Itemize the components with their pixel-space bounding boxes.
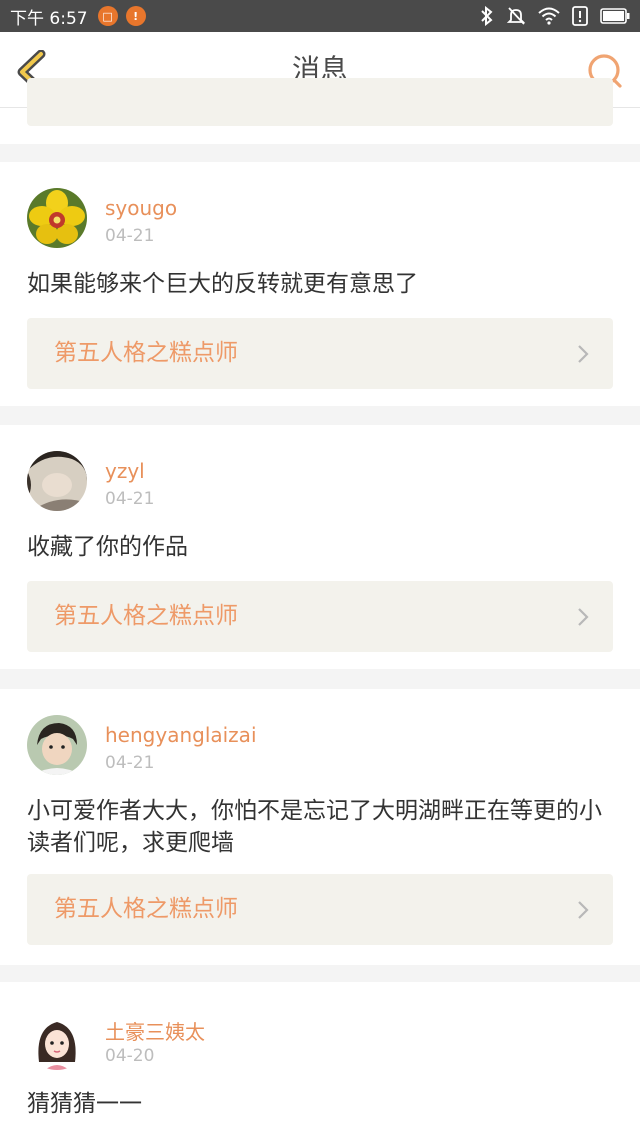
alert-notification-icon: ! <box>125 6 146 26</box>
bluetooth-icon <box>480 6 494 26</box>
sim-alert-icon <box>572 6 588 26</box>
work-link[interactable]: 第五人格之糕点师 <box>27 318 613 389</box>
app-notification-icon: □ <box>97 6 118 26</box>
comment-text: 小可爱作者大大，你怕不是忘记了大明湖畔正在等更的小读者们呢，求更爬墙 <box>27 798 602 856</box>
work-title: 第五人格之糕点师 <box>54 603 238 629</box>
work-title: 第五人格之糕点师 <box>54 896 238 922</box>
username[interactable]: 土豪三姨太 <box>105 1016 205 1045</box>
status-bar: 下午 6:57 □ ! <box>0 0 640 32</box>
message-date: 04-21 <box>105 226 155 246</box>
child-avatar-image <box>27 715 87 775</box>
comment-text: 收藏了你的作品 <box>27 534 188 560</box>
avatar[interactable] <box>27 715 87 775</box>
work-link[interactable] <box>27 78 613 126</box>
chevron-right-icon <box>578 608 589 626</box>
work-link[interactable]: 第五人格之糕点师 <box>27 874 613 945</box>
list-item: hengyanglaizai 04-21 小可爱作者大大，你怕不是忘记了大明湖畔… <box>0 689 640 965</box>
wifi-icon <box>538 7 560 25</box>
list-item-partial <box>0 78 640 144</box>
message-date: 04-21 <box>105 753 155 773</box>
comment-text: 猜猜猜一一 <box>27 1091 142 1117</box>
chevron-right-icon <box>578 345 589 363</box>
work-link[interactable]: 第五人格之糕点师 <box>27 581 613 652</box>
avatar[interactable] <box>27 1010 87 1070</box>
comment-text: 如果能够来个巨大的反转就更有意思了 <box>27 271 418 297</box>
list-item: yzyl 04-21 收藏了你的作品 第五人格之糕点师 <box>0 425 640 669</box>
avatar[interactable] <box>27 188 87 248</box>
username[interactable]: yzyl <box>105 459 145 483</box>
mute-icon <box>506 6 526 26</box>
avatar[interactable] <box>27 451 87 511</box>
flower-avatar-image <box>27 188 87 248</box>
list-item: 土豪三姨太 04-20 猜猜猜一一 <box>0 982 640 1142</box>
battery-icon <box>600 8 630 24</box>
work-title: 第五人格之糕点师 <box>54 340 238 366</box>
message-date: 04-21 <box>105 489 155 509</box>
cartoon-girl-avatar-image <box>27 1010 87 1070</box>
username[interactable]: syougo <box>105 196 177 220</box>
status-time: 下午 6:57 <box>10 8 88 29</box>
message-date: 04-20 <box>105 1046 155 1066</box>
portrait-avatar-image <box>27 451 87 511</box>
chevron-right-icon <box>578 901 589 919</box>
username[interactable]: hengyanglaizai <box>105 723 257 747</box>
list-item: syougo 04-21 如果能够来个巨大的反转就更有意思了 第五人格之糕点师 <box>0 162 640 406</box>
